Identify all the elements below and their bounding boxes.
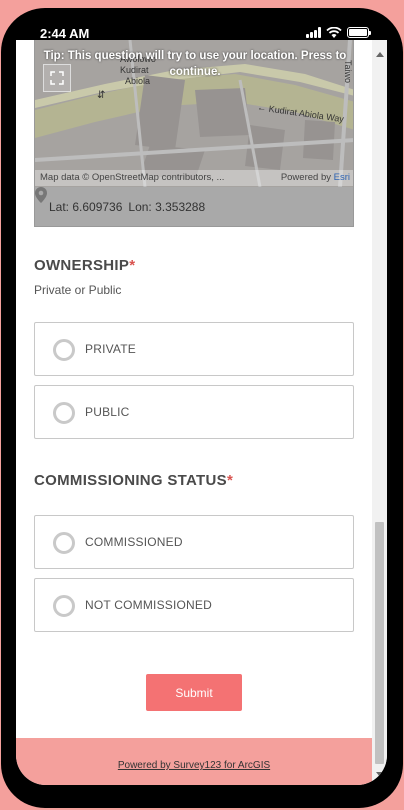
ownership-question-title: OWNERSHIP* [34, 257, 135, 274]
submit-button[interactable]: Submit [146, 674, 242, 711]
wifi-icon [326, 27, 342, 38]
latitude-value: Lat: 6.609736 [49, 200, 123, 214]
option-commissioned[interactable]: COMMISSIONED [34, 515, 354, 569]
scrollbar-thumb[interactable] [375, 522, 384, 764]
scroll-down-arrow-icon[interactable] [376, 772, 384, 777]
scroll-up-arrow-icon[interactable] [376, 52, 384, 57]
fullscreen-icon [50, 71, 64, 85]
survey123-link[interactable]: Powered by Survey123 for ArcGIS [118, 760, 270, 771]
question-title-text: OWNERSHIP [34, 257, 130, 274]
longitude-value: Lon: 3.353288 [128, 200, 206, 214]
location-pin-icon [35, 187, 47, 203]
question-title-text: COMMISSIONING STATUS [34, 472, 227, 489]
radio-button[interactable] [53, 402, 75, 424]
location-tip: Tip: This question will try to use your … [43, 50, 347, 78]
map-attribution-text: Map data © OpenStreetMap contributors, .… [40, 172, 225, 183]
expand-map-button[interactable] [43, 64, 71, 92]
coordinates-bar: Lat: 6.609736 Lon: 3.353288 [35, 187, 353, 226]
option-label: NOT COMMISSIONED [85, 598, 212, 612]
footer: Powered by Survey123 for ArcGIS [16, 738, 372, 785]
option-label: COMMISSIONED [85, 535, 183, 549]
status-icons [306, 27, 371, 38]
option-public[interactable]: PUBLIC [34, 385, 354, 439]
option-private[interactable]: PRIVATE [34, 322, 354, 376]
location-map[interactable]: Awolowo Kudirat Abiola ← Kudirat Abiola … [34, 40, 354, 227]
battery-icon [347, 27, 371, 38]
street-arrow: ⇵ [97, 90, 105, 101]
radio-button[interactable] [53, 532, 75, 554]
powered-by-text: Powered by [280, 172, 331, 183]
option-label: PUBLIC [85, 405, 130, 419]
esri-link[interactable]: Esri [334, 172, 350, 183]
app-screen: Awolowo Kudirat Abiola ← Kudirat Abiola … [16, 40, 387, 785]
option-label: PRIVATE [85, 342, 136, 356]
status-bar: 2:44 AM [16, 18, 387, 41]
commissioning-status-question-title: COMMISSIONING STATUS* [34, 472, 233, 489]
status-time: 2:44 AM [40, 26, 90, 41]
radio-button[interactable] [53, 339, 75, 361]
ownership-hint: Private or Public [34, 283, 122, 297]
required-marker: * [129, 257, 136, 274]
radio-button[interactable] [53, 595, 75, 617]
signal-icon [306, 27, 321, 38]
map-attribution: Map data © OpenStreetMap contributors, .… [35, 170, 353, 186]
scrollbar[interactable] [372, 40, 387, 785]
option-not-commissioned[interactable]: NOT COMMISSIONED [34, 578, 354, 632]
required-marker: * [226, 472, 234, 489]
powered-by-esri: Powered by Esri [281, 172, 350, 184]
